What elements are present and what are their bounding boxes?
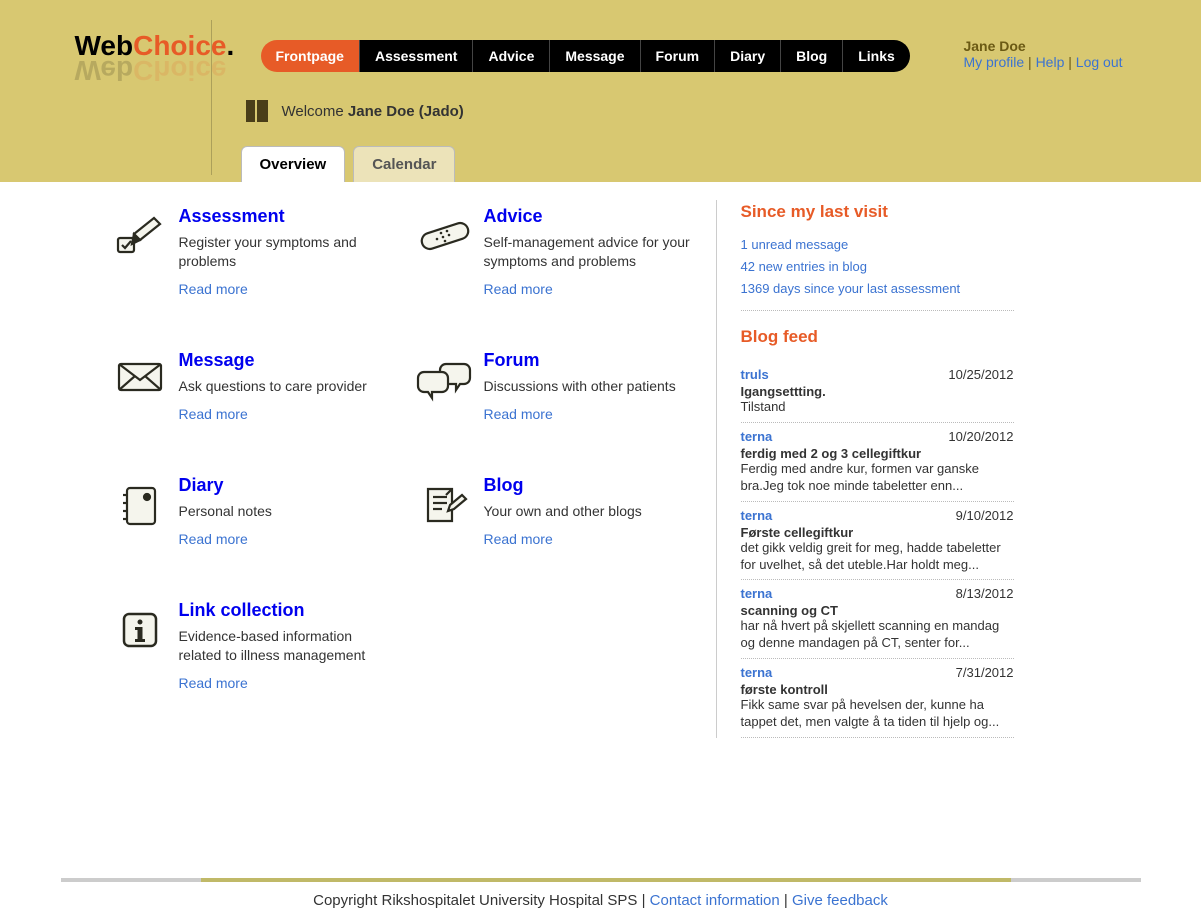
nav-forum[interactable]: Forum [641,40,716,72]
main-content: Assessment Register your symptoms and pr… [61,182,1141,778]
feed-title: ferdig med 2 og 3 cellegiftkur [741,446,1014,461]
feed-author[interactable]: terna [741,665,773,680]
feed-author[interactable]: terna [741,586,773,601]
card-advice-title[interactable]: Advice [484,206,543,226]
speech-bubbles-icon [406,350,484,429]
since-last-visit: Since my last visit 1 unread message 42 … [741,202,1014,296]
welcome-line: Welcome Jane Doe (Jado) [246,100,464,122]
card-message-desc: Ask questions to care provider [179,377,396,396]
nav-links[interactable]: Links [843,40,910,72]
feed-author[interactable]: terna [741,508,773,523]
my-profile-link[interactable]: My profile [963,54,1024,70]
since-new-blog-entries[interactable]: 42 new entries in blog [741,259,867,274]
card-assessment-title[interactable]: Assessment [179,206,285,226]
since-unread-message[interactable]: 1 unread message [741,237,849,252]
welcome-icon [246,100,268,122]
card-forum-readmore[interactable]: Read more [484,406,553,422]
card-links-title[interactable]: Link collection [179,600,305,620]
nav-assessment[interactable]: Assessment [360,40,474,72]
card-diary-title[interactable]: Diary [179,475,224,495]
envelope-icon [101,350,179,429]
note-pencil-icon [406,475,484,554]
user-box: Jane Doe My profile | Help | Log out [963,38,1122,70]
footer-sep: | [780,892,792,909]
pencil-check-icon [101,206,179,304]
info-icon [101,600,179,698]
welcome-prefix: Welcome [282,103,348,120]
feed-title: Igangsettting. [741,384,1014,399]
banner-separator [211,20,212,175]
footer-copy: Copyright Rikshospitalet University Hosp… [313,892,650,909]
feed-title: Første cellegiftkur [741,525,1014,540]
feed-excerpt: Fikk same svar på hevelsen der, kunne ha… [741,697,1014,731]
notebook-icon [101,475,179,554]
feed-item: truls 10/25/2012 Igangsettting. Tilstand [741,361,1014,423]
card-diary: Diary Personal notes Read more [101,469,406,594]
nav-blog[interactable]: Blog [781,40,843,72]
card-forum-title[interactable]: Forum [484,350,540,370]
card-forum: Forum Discussions with other patients Re… [406,344,711,469]
feed-excerpt: det gikk veldig greit for meg, hadde tab… [741,540,1014,574]
footer-contact-link[interactable]: Contact information [650,892,780,909]
feed-item: terna 9/10/2012 Første cellegiftkur det g… [741,502,1014,581]
help-link[interactable]: Help [1036,54,1065,70]
feed-excerpt: Ferdig med andre kur, formen var ganske … [741,461,1014,495]
nav-advice[interactable]: Advice [473,40,550,72]
nav-diary[interactable]: Diary [715,40,781,72]
feed-date: 9/10/2012 [956,508,1014,523]
card-links-desc: Evidence-based information related to il… [179,627,396,665]
card-blog-readmore[interactable]: Read more [484,531,553,547]
feed-date: 10/20/2012 [948,429,1013,444]
sidebar-divider [741,310,1014,311]
card-assessment: Assessment Register your symptoms and pr… [101,200,406,344]
feed-author[interactable]: truls [741,367,769,382]
card-blog: Blog Your own and other blogs Read more [406,469,711,594]
feed-author[interactable]: terna [741,429,773,444]
tab-calendar[interactable]: Calendar [353,146,455,182]
user-name: Jane Doe [963,38,1122,54]
card-link-collection: Link collection Evidence-based informati… [101,594,406,738]
footer-feedback-link[interactable]: Give feedback [792,892,888,909]
feed-excerpt: Tilstand [741,399,1014,416]
feed-item: terna 10/20/2012 ferdig med 2 og 3 celleg… [741,423,1014,502]
feed-item: terna 7/31/2012 første kontroll Fikk same… [741,659,1014,738]
welcome-name: Jane Doe (Jado) [348,103,464,120]
bandage-icon [406,206,484,304]
feed-title: scanning og CT [741,603,1014,618]
card-diary-readmore[interactable]: Read more [179,531,248,547]
feed-item: terna 8/13/2012 scanning og CT har nå hve… [741,580,1014,659]
footer-bar [61,878,1141,882]
card-blog-title[interactable]: Blog [484,475,524,495]
card-links-readmore[interactable]: Read more [179,675,248,691]
nav-message[interactable]: Message [550,40,640,72]
card-diary-desc: Personal notes [179,502,396,521]
card-advice: Advice Self-management advice for your s… [406,200,711,344]
feed-title: første kontroll [741,682,1014,697]
blog-feed: Blog feed truls 10/25/2012 Igangsettting.… [741,327,1014,738]
nav-frontpage[interactable]: Frontpage [261,40,360,72]
top-banner: WebChoice. WebChoice Frontpage Assessmen… [0,0,1201,182]
since-days-assessment[interactable]: 1369 days since your last assessment [741,281,961,296]
card-blog-desc: Your own and other blogs [484,502,701,521]
card-assessment-readmore[interactable]: Read more [179,281,248,297]
sidebar: Since my last visit 1 unread message 42 … [716,200,1026,738]
tab-overview[interactable]: Overview [241,146,346,182]
feed-date: 8/13/2012 [956,586,1014,601]
feed-date: 10/25/2012 [948,367,1013,382]
sub-tabs: Overview Calendar [241,146,456,182]
feed-date: 7/31/2012 [956,665,1014,680]
card-advice-readmore[interactable]: Read more [484,281,553,297]
card-message: Message Ask questions to care provider R… [101,344,406,469]
feed-heading: Blog feed [741,327,1014,347]
logout-link[interactable]: Log out [1076,54,1123,70]
card-message-readmore[interactable]: Read more [179,406,248,422]
card-advice-desc: Self-management advice for your symptoms… [484,233,701,271]
card-message-title[interactable]: Message [179,350,255,370]
feature-cards: Assessment Register your symptoms and pr… [61,200,716,738]
feed-excerpt: har nå hvert på skjellett scanning en ma… [741,618,1014,652]
card-forum-desc: Discussions with other patients [484,377,701,396]
since-heading: Since my last visit [741,202,1014,222]
primary-nav: Frontpage Assessment Advice Message Foru… [261,40,910,72]
card-assessment-desc: Register your symptoms and problems [179,233,396,271]
